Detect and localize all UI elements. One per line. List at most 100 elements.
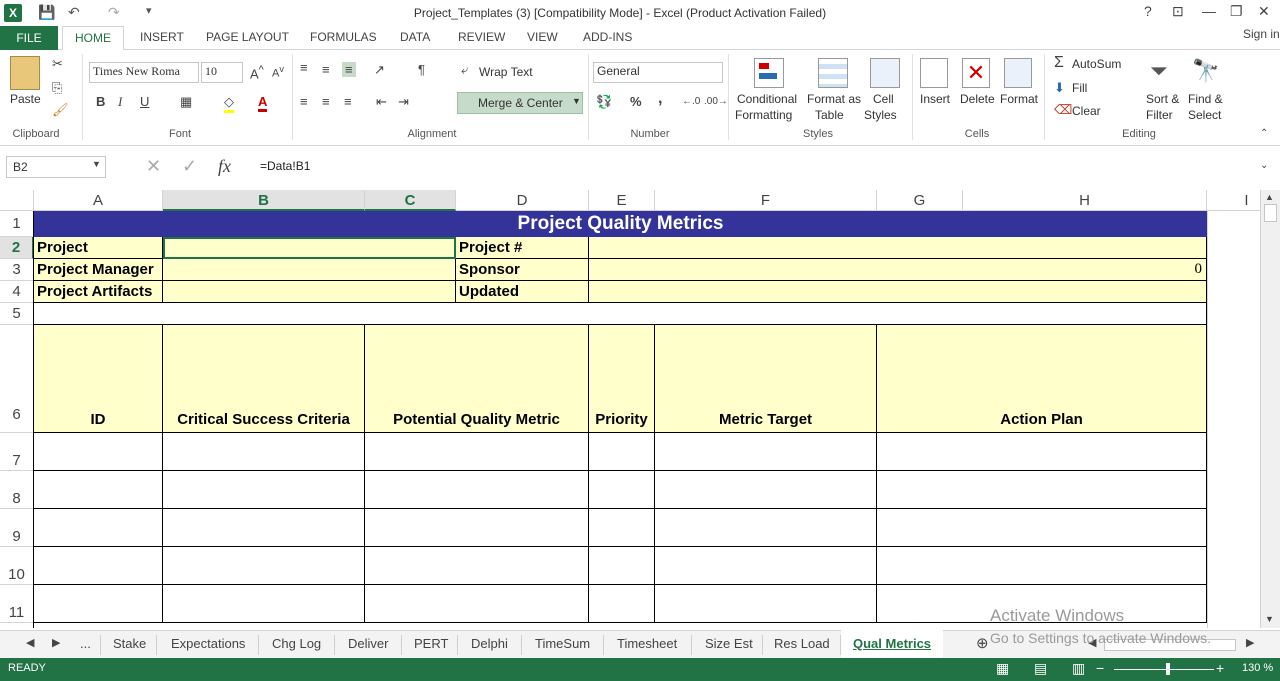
tab-page-layout[interactable]: PAGE LAYOUT [206,30,289,44]
sheet-tab-deliver[interactable]: Deliver [348,636,388,651]
sheet-tab-res-load[interactable]: Res Load [774,636,830,651]
data-cell-criteria[interactable] [163,547,365,585]
zoom-level[interactable]: 130 % [1242,662,1273,674]
decrease-font-icon[interactable]: Av [272,64,284,80]
data-cell-metric[interactable] [365,433,589,471]
paste-button[interactable]: Paste [10,92,41,106]
align-bottom-icon[interactable]: ≡ [342,62,356,77]
paste-icon[interactable] [10,56,40,90]
conditional-formatting-label-1[interactable]: Conditional [737,92,797,106]
updated-value-cell[interactable] [589,281,1207,303]
comma-button[interactable]: , [658,90,662,108]
decrease-indent-icon[interactable]: ⇤ [376,94,387,110]
scroll-down-icon[interactable]: ▼ [1265,614,1274,624]
data-cell-metric[interactable] [365,547,589,585]
cell-styles-label-1[interactable]: Cell [873,92,894,106]
format-as-table-label-2[interactable]: Table [815,108,844,122]
sheet-tab-stake[interactable]: Stake [113,636,146,651]
next-sheet-icon[interactable]: ▶ [52,636,60,649]
tab-data[interactable]: DATA [400,30,430,44]
name-box-dropdown-icon[interactable]: ▼ [92,159,101,169]
data-cell-action[interactable] [877,433,1207,471]
sheet-tab-size-est[interactable]: Size Est [705,636,753,651]
tab-formulas[interactable]: FORMULAS [310,30,377,44]
percent-button[interactable]: % [630,94,642,109]
align-left-icon[interactable]: ≡ [300,94,308,109]
artifacts-value-cell[interactable] [163,281,456,303]
fill-button[interactable]: Fill [1072,81,1087,95]
data-cell-metric[interactable] [365,509,589,547]
row-header-6[interactable]: 6 [0,325,34,433]
cancel-formula-button[interactable]: ✕ [146,156,161,177]
row-header-7[interactable]: 7 [0,433,34,471]
col-header-e[interactable]: E [589,190,655,211]
page-break-view-icon[interactable]: ▥ [1072,660,1085,677]
data-cell-id[interactable] [34,547,163,585]
col-header-c[interactable]: C [365,190,456,211]
data-cell-priority[interactable] [589,547,655,585]
data-cell-action[interactable] [877,547,1207,585]
fill-color-icon[interactable]: ◇ [224,94,234,113]
col-header-g[interactable]: G [877,190,963,211]
zoom-slider[interactable] [1114,669,1214,670]
sign-in-link[interactable]: Sign in [1243,27,1280,41]
restore-button[interactable]: ❐ [1230,3,1243,20]
row-header-5[interactable]: 5 [0,303,34,325]
more-sheets-button[interactable]: ... [80,636,91,651]
tab-view[interactable]: VIEW [527,30,558,44]
data-cell-priority[interactable] [589,585,655,623]
col-header-i[interactable]: I [1207,190,1260,211]
formula-input[interactable]: =Data!B1 [252,156,1272,178]
zoom-out-icon[interactable]: − [1096,660,1104,676]
vertical-scrollbar[interactable]: ▲ ▼ [1260,190,1280,628]
data-cell-target[interactable] [655,471,877,509]
name-box[interactable]: B2 [6,156,106,178]
row-header-9[interactable]: 9 [0,509,34,547]
row-header-4[interactable]: 4 [0,281,34,303]
align-right-icon[interactable]: ≡ [344,94,352,109]
data-cell-criteria[interactable] [163,585,365,623]
expand-formula-icon[interactable]: ⌄ [1260,160,1268,171]
format-cells-button[interactable]: Format [1000,92,1038,106]
conditional-formatting-label-2[interactable]: Formatting [735,108,792,122]
scroll-up-icon[interactable]: ▲ [1265,192,1274,202]
zoom-slider-thumb[interactable] [1166,663,1170,675]
copy-icon[interactable]: ⎘ [52,80,62,96]
col-header-a[interactable]: A [34,190,163,211]
data-cell-action[interactable] [877,509,1207,547]
tab-review[interactable]: REVIEW [458,30,505,44]
scroll-right-icon[interactable]: ▶ [1246,636,1254,649]
decrease-decimal-icon[interactable]: .00→ [704,96,728,107]
data-cell-metric[interactable] [365,585,589,623]
data-cell-criteria[interactable] [163,433,365,471]
sort-filter-label-2[interactable]: Filter [1146,108,1173,122]
data-cell-criteria[interactable] [163,471,365,509]
sheet-tab-chg-log[interactable]: Chg Log [272,636,321,651]
borders-icon[interactable]: ▦ [180,94,192,110]
data-cell-target[interactable] [655,433,877,471]
underline-button[interactable]: U [140,94,149,109]
format-painter-icon[interactable]: 🖌 [52,102,69,118]
normal-view-icon[interactable]: ▦ [996,660,1009,677]
row-header-2[interactable]: 2 [0,237,34,259]
data-cell-priority[interactable] [589,471,655,509]
col-header-b[interactable]: B [163,190,365,211]
project-label-cell[interactable]: Project [34,237,163,259]
data-cell-target[interactable] [655,547,877,585]
zoom-in-icon[interactable]: + [1216,660,1224,676]
enter-formula-button[interactable]: ✓ [182,156,197,177]
col-header-f[interactable]: F [655,190,877,211]
row-header-10[interactable]: 10 [0,547,34,585]
project-number-label-cell[interactable]: Project # [456,237,589,259]
row-header-11[interactable]: 11 [0,585,34,623]
header-id[interactable]: ID [34,325,163,433]
data-cell-id[interactable] [34,509,163,547]
close-button[interactable]: ✕ [1258,3,1270,20]
header-critical-success[interactable]: Critical Success Criteria [163,325,365,433]
format-as-table-label-1[interactable]: Format as [807,92,861,106]
find-select-label-1[interactable]: Find & [1188,92,1223,106]
sort-filter-label-1[interactable]: Sort & [1146,92,1179,106]
sheet-title-cell[interactable]: Project Quality Metrics [34,211,1207,237]
page-layout-view-icon[interactable]: ▤ [1034,660,1047,677]
accounting-format-icon[interactable]: 💱 [596,94,612,110]
